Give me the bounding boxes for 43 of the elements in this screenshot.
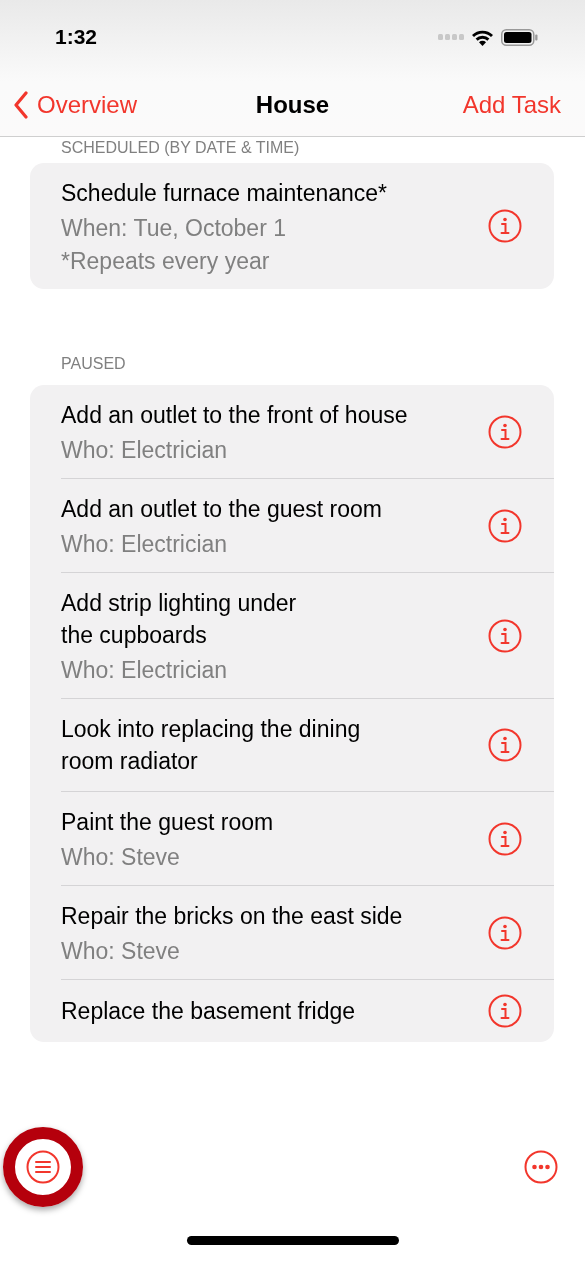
- info-icon[interactable]: [488, 414, 522, 449]
- task-detail: When: Tue, October 1: [61, 214, 287, 242]
- task-detail: Who: Electrician: [61, 436, 229, 464]
- status-time: 1:32: [55, 25, 98, 49]
- task-row[interactable]: Add an outlet to the front of house Who: Electrician: [61, 385, 554, 478]
- task-title: Replace the basement fridge: [61, 997, 356, 1026]
- task-title: Paint the guest room: [61, 808, 274, 837]
- chevron-left-icon: [13, 91, 29, 119]
- task-detail: Who: Steve: [61, 843, 181, 871]
- menu-icon[interactable]: [26, 1150, 60, 1184]
- task-row[interactable]: Add an outlet to the guest room Who: Electrician: [61, 478, 554, 572]
- wifi-icon: [471, 28, 494, 46]
- task-detail: *Repeats every year: [61, 247, 271, 275]
- info-icon[interactable]: [488, 821, 522, 856]
- add-task-button[interactable]: Add Task: [462, 91, 561, 119]
- task-detail: Who: Electrician: [61, 530, 229, 558]
- task-row[interactable]: Replace the basement fridge: [61, 979, 554, 1042]
- task-detail: Who: Electrician: [61, 656, 229, 684]
- task-row[interactable]: Schedule furnace maintenance* When: Tue, October 1 *Repeats every year: [61, 163, 554, 289]
- more-icon[interactable]: [524, 1150, 558, 1184]
- task-title: Add an outlet to the guest room: [61, 495, 382, 524]
- task-row[interactable]: Look into replacing the dining room radiator: [61, 698, 554, 791]
- task-title: Add strip lighting under the cupboards: [61, 589, 297, 650]
- signal-icon: [438, 34, 464, 40]
- task-title: Schedule furnace maintenance*: [61, 179, 388, 208]
- info-icon[interactable]: [488, 915, 522, 950]
- info-icon[interactable]: [488, 618, 522, 653]
- section-header: SCHEDULED (BY DATE & TIME): [60, 138, 301, 158]
- section-header: PAUSED: [60, 354, 127, 374]
- task-title: Look into replacing the dining room radiator: [61, 715, 361, 776]
- task-title: Add an outlet to the front of house: [61, 401, 408, 430]
- task-row[interactable]: Repair the bricks on the east side Who: Steve: [61, 885, 554, 979]
- task-row[interactable]: Paint the guest room Who: Steve: [61, 791, 554, 885]
- nav-title: House: [255, 91, 330, 119]
- battery-icon: [501, 28, 538, 46]
- info-icon[interactable]: [488, 994, 522, 1028]
- task-title: Repair the bricks on the east side: [61, 902, 403, 931]
- info-icon[interactable]: [488, 508, 522, 543]
- info-icon[interactable]: [488, 209, 522, 243]
- task-detail: Who: Steve: [61, 937, 181, 965]
- task-row[interactable]: Add strip lighting under the cupboards Who: Electrician: [61, 572, 554, 698]
- back-button[interactable]: Overview: [13, 91, 138, 119]
- info-icon[interactable]: [488, 728, 522, 762]
